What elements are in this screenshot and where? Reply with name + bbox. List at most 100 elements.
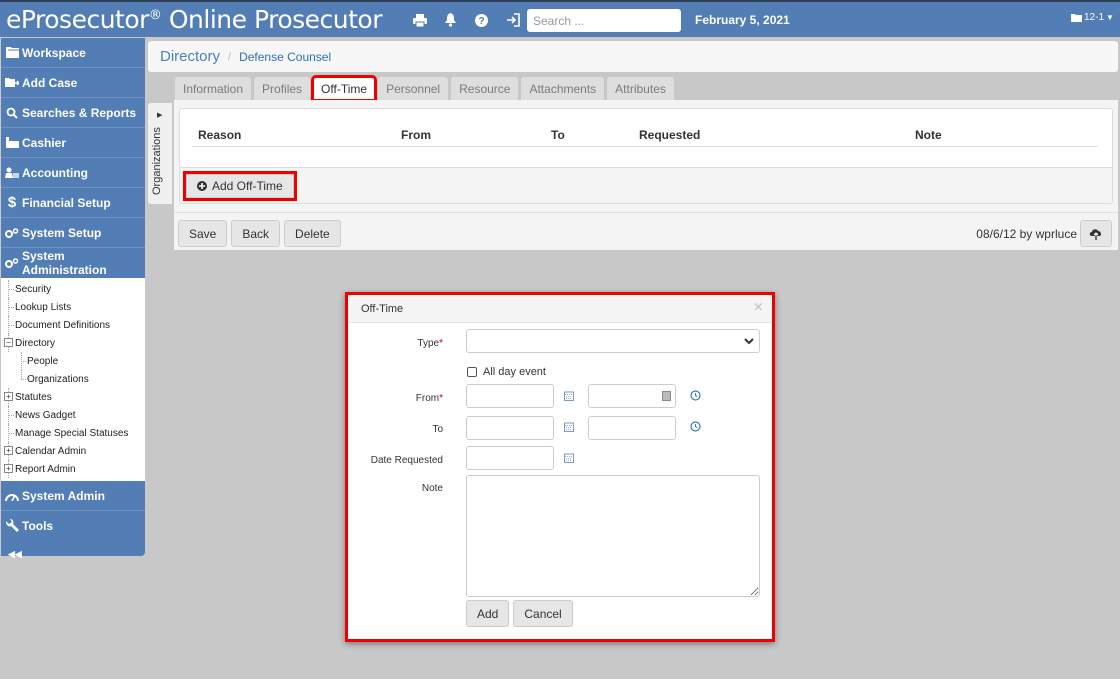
to-time-input[interactable] <box>588 416 676 440</box>
add-button[interactable]: Add <box>466 600 510 627</box>
collapse-sidebar-button[interactable]: ◀◀ <box>1 541 145 567</box>
expand-icon[interactable]: + <box>4 446 13 455</box>
off-time-dialog: Off-Time × Type* All day event From* To … <box>345 292 775 642</box>
to-date-input[interactable] <box>466 416 554 440</box>
tree-connector <box>8 307 14 308</box>
search-input[interactable] <box>527 9 681 32</box>
tree-item-people[interactable]: People <box>1 352 145 370</box>
organizations-side-panel-toggle[interactable]: ▶ Organizations <box>148 103 172 204</box>
sidebar-item-add-case[interactable]: Add Case <box>1 68 145 98</box>
help-icon[interactable]: ? <box>470 11 493 29</box>
sidebar-item-searches-reports[interactable]: Searches & Reports <box>1 98 145 128</box>
chevron-down-icon <box>744 338 754 345</box>
tab-bar: Information Profiles Off-Time Personnel … <box>175 75 674 102</box>
logout-icon[interactable] <box>501 11 524 29</box>
add-off-time-button[interactable]: Add Off-Time <box>183 171 297 201</box>
off-time-panel: Reason From To Requested Note Add Off-Ti… <box>174 100 1118 250</box>
folder-add-icon <box>5 77 19 88</box>
tree-connector <box>8 415 14 416</box>
close-icon[interactable]: × <box>754 299 763 317</box>
gauge-icon <box>5 491 19 501</box>
tab-profiles[interactable]: Profiles <box>254 77 311 100</box>
tab-attachments[interactable]: Attachments <box>521 77 605 100</box>
date-requested-input[interactable] <box>466 446 554 470</box>
case-selector[interactable]: 12-1 ▼ <box>1071 12 1114 23</box>
bell-icon[interactable] <box>439 11 462 29</box>
column-to[interactable]: To <box>551 128 565 142</box>
caret-right-icon: ▶ <box>157 112 163 119</box>
cloud-upload-icon <box>1089 228 1102 240</box>
tree-item-lookup-lists[interactable]: Lookup Lists <box>1 298 145 316</box>
delete-button[interactable]: Delete <box>284 220 341 247</box>
expand-icon[interactable]: + <box>4 392 13 401</box>
sidebar-item-accounting[interactable]: Accounting <box>1 158 145 188</box>
tree-item-report-admin[interactable]: + Report Admin <box>1 460 145 478</box>
sidebar-item-system-administration[interactable]: System Administration <box>1 248 145 278</box>
tree-item-news-gadget[interactable]: News Gadget <box>1 406 145 424</box>
cancel-button[interactable]: Cancel <box>513 600 573 627</box>
tree-connector <box>8 433 14 434</box>
back-button[interactable]: Back <box>231 220 281 247</box>
type-select[interactable] <box>466 329 760 353</box>
sidebar-item-workspace[interactable]: Workspace <box>1 38 145 68</box>
gears-icon <box>5 258 19 268</box>
caret-down-icon: ▼ <box>1106 13 1114 22</box>
date-requested-label: Date Requested <box>370 455 443 466</box>
tree-item-statutes[interactable]: + Statutes <box>1 388 145 406</box>
plus-circle-icon <box>197 181 207 191</box>
wrench-icon <box>5 519 19 533</box>
dialog-header: Off-Time × <box>348 295 772 323</box>
column-reason[interactable]: Reason <box>198 128 241 142</box>
from-time-input[interactable] <box>588 384 676 408</box>
grid-footer: Add Off-Time <box>180 167 1112 203</box>
save-button[interactable]: Save <box>178 220 228 247</box>
from-calendar-icon[interactable] <box>564 390 574 404</box>
tree-item-calendar-admin[interactable]: + Calendar Admin <box>1 442 145 460</box>
upload-button[interactable] <box>1080 220 1112 247</box>
sidebar-item-financial-setup[interactable]: $ Financial Setup <box>1 188 145 218</box>
off-time-grid: Reason From To Requested Note Add Off-Ti… <box>179 108 1113 204</box>
tree-item-directory[interactable]: − Directory <box>1 334 145 352</box>
tree-item-organizations[interactable]: Organizations <box>1 370 145 388</box>
from-date-input[interactable] <box>466 384 554 408</box>
tree-item-security[interactable]: Security <box>1 280 145 298</box>
column-requested[interactable]: Requested <box>639 128 700 142</box>
from-label: From* <box>415 393 443 404</box>
tree-connector <box>21 370 22 379</box>
collapse-icon[interactable]: − <box>4 338 13 347</box>
sidebar-item-system-admin[interactable]: System Admin <box>1 481 145 511</box>
tree-item-label: Manage Special Statuses <box>15 427 129 439</box>
all-day-event-label: All day event <box>483 366 546 378</box>
breadcrumb-directory-link[interactable]: Directory <box>160 48 220 65</box>
sidebar-item-cashier[interactable]: Cashier <box>1 128 145 158</box>
top-bar: eProsecutor® Online Prosecutor ? Februar… <box>0 0 1120 37</box>
expand-icon[interactable]: + <box>4 464 13 473</box>
tree-item-manage-special-statuses[interactable]: Manage Special Statuses <box>1 424 145 442</box>
to-calendar-icon[interactable] <box>564 421 574 435</box>
spinner-icon[interactable] <box>662 391 671 401</box>
app-title: eProsecutor® Online Prosecutor <box>6 5 382 34</box>
tab-personnel[interactable]: Personnel <box>378 77 449 100</box>
tab-off-time[interactable]: Off-Time <box>311 75 378 102</box>
requested-calendar-icon[interactable] <box>564 452 574 466</box>
tab-information[interactable]: Information <box>175 77 252 100</box>
tree-item-label: Organizations <box>27 373 89 385</box>
column-from[interactable]: From <box>401 128 431 142</box>
to-clock-icon[interactable] <box>690 421 701 435</box>
printer-icon[interactable] <box>408 11 431 29</box>
sidebar-item-system-setup[interactable]: System Setup <box>1 218 145 248</box>
from-clock-icon[interactable] <box>690 390 701 404</box>
to-label: To <box>432 424 443 435</box>
all-day-event-checkbox[interactable] <box>467 367 477 377</box>
sidebar-item-tools[interactable]: Tools <box>1 511 145 541</box>
tree-item-label: Calendar Admin <box>15 445 87 457</box>
svg-text:?: ? <box>478 16 484 27</box>
dollar-icon: $ <box>7 194 17 211</box>
tree-item-document-definitions[interactable]: Document Definitions <box>1 316 145 334</box>
column-note[interactable]: Note <box>915 128 942 142</box>
double-chevron-left-icon: ◀◀ <box>8 548 22 559</box>
action-bar: Save Back Delete 08/6/12 by wprluce <box>174 212 1118 250</box>
tab-resource[interactable]: Resource <box>451 77 519 100</box>
note-textarea[interactable] <box>466 475 760 597</box>
tab-attributes[interactable]: Attributes <box>607 77 674 100</box>
